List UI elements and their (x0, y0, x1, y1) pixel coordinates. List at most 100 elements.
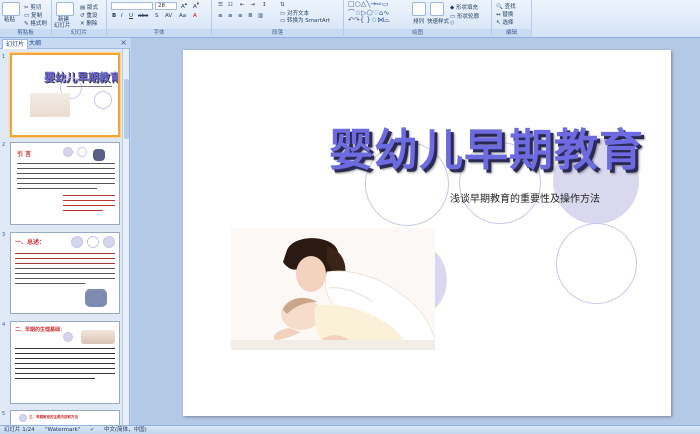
select-button[interactable]: ↖ 选择 (496, 18, 513, 26)
grow-font-icon[interactable]: A▴ (181, 2, 187, 10)
increase-indent-icon[interactable]: ⇥ (250, 2, 255, 8)
convert-smartart-button[interactable]: ▭ 转换为 SmartArt (280, 16, 330, 24)
thumbnail-text-line (15, 358, 115, 360)
decrease-indent-icon[interactable]: ⇤ (240, 2, 245, 8)
thumbnail-circle (63, 147, 73, 157)
language-indicator: 中文(简体，中国) (104, 427, 147, 433)
slide-subtitle[interactable]: 浅谈早期教育的重要性及操作方法 (450, 190, 600, 205)
thumbnail-text-line (17, 173, 115, 175)
thumbnail-number: 4 (2, 322, 6, 328)
shape-fill-button[interactable]: ◆ 形状填充 (450, 3, 478, 11)
thumbnail-text-line (15, 253, 115, 255)
layout-button[interactable]: ▤ 版式 (80, 3, 98, 11)
pane-tabs: 幻灯片 大纲 × (0, 38, 130, 49)
thumbnail-title: 婴幼儿早期教育 (44, 71, 120, 84)
ribbon: 粘贴 ✂ 剪切 ▭ 复制 ✎ 格式刷 剪贴板 新建 幻灯片 ▤ 版式 ↺ 重设 … (0, 0, 700, 38)
shapes-gallery-row3[interactable]: ↶↷{ }☆⋈⌓ (348, 16, 390, 25)
thumbnail-circle (94, 91, 112, 109)
justify-icon[interactable]: ≣ (248, 13, 253, 19)
font-size-combo[interactable]: 28 (155, 2, 177, 10)
shadow-icon[interactable]: S (155, 13, 159, 19)
theme-name: "Watermark" (45, 427, 81, 433)
slide-thumbnail-2[interactable]: 引 言 (10, 142, 120, 225)
line-spacing-icon[interactable]: ↕ (262, 2, 267, 8)
shape-effects-icon[interactable]: ◇ (450, 20, 454, 26)
thumbnail-subtitle-line (67, 86, 112, 87)
pane-scrollbar[interactable] (122, 49, 129, 425)
thumbnail-text-line (15, 368, 115, 370)
thumbnail-baby-image (81, 330, 115, 344)
slide-thumbnail-5[interactable]: 三、早期教育的主要内容和方法 (10, 410, 120, 425)
paragraph-group: ☰ ☷ ⇤ ⇥ ↕ ≡ ≡ ≡ ≣ ▥ ⇅ ▭ 对齐文本 ▭ 转换为 Smart… (212, 0, 344, 38)
paragraph-group-label: 段落 (212, 29, 343, 37)
thumbnail-text-line (17, 178, 115, 180)
quick-styles-icon[interactable] (430, 2, 444, 16)
font-name-combo[interactable] (111, 2, 153, 10)
slide-thumbnail-3[interactable]: 一、总述： (10, 232, 120, 314)
find-button[interactable]: 🔍 查找 (496, 2, 516, 10)
thumbnail-text-line (15, 373, 115, 375)
thumbnail-circle (63, 332, 73, 342)
slide-thumbnail-1[interactable]: 婴幼儿早期教育 (10, 53, 120, 137)
thumbnail-text-line (63, 210, 103, 212)
strikethrough-icon[interactable]: abe (138, 13, 148, 19)
paste-icon[interactable] (2, 2, 20, 16)
align-left-icon[interactable]: ≡ (218, 13, 223, 19)
new-slide-icon[interactable] (56, 2, 74, 16)
arrange-icon[interactable] (412, 2, 426, 16)
thumbnail-photo (30, 93, 70, 117)
italic-icon[interactable]: I (121, 13, 123, 19)
slide-thumbnail-4[interactable]: 二、早期的生理基础： (10, 321, 120, 404)
reset-button[interactable]: ↺ 重设 (80, 11, 97, 19)
shrink-font-icon[interactable]: A▾ (193, 2, 199, 10)
replace-button[interactable]: ↔ 替换 (496, 10, 513, 18)
thumbnail-text-line (17, 188, 97, 190)
slide-title[interactable]: 婴幼儿早期教育 (329, 114, 644, 178)
slide[interactable]: 婴幼儿早期教育 浅谈早期教育的重要性及操作方法 (183, 50, 671, 416)
arrange-button[interactable]: 排列 (413, 17, 424, 25)
underline-icon[interactable]: U (129, 13, 133, 19)
tab-outline[interactable]: 大纲 (26, 39, 44, 49)
change-case-icon[interactable]: Aa (179, 13, 186, 19)
numbering-icon[interactable]: ☷ (228, 2, 233, 8)
new-slide-label[interactable]: 幻灯片 (54, 21, 71, 29)
thumbnail-text-line (15, 378, 95, 380)
thumbnail-circle (103, 236, 115, 248)
editing-group: 🔍 查找 ↔ 替换 ↖ 选择 编辑 (492, 0, 532, 38)
thumbnail-number: 5 (2, 411, 6, 417)
editing-group-label: 编辑 (492, 29, 531, 37)
columns-icon[interactable]: ▥ (258, 13, 263, 19)
format-painter-button[interactable]: ✎ 格式刷 (24, 19, 47, 27)
tab-slides[interactable]: 幻灯片 (2, 39, 29, 49)
char-spacing-icon[interactable]: AV (165, 13, 172, 19)
scrollbar-thumb[interactable] (124, 79, 129, 139)
mother-baby-illustration (231, 228, 435, 350)
spellcheck-icon[interactable]: ✓ (90, 426, 95, 434)
delete-slide-button[interactable]: ✕ 删除 (80, 19, 97, 27)
bold-icon[interactable]: B (112, 13, 116, 19)
mother-baby-photo[interactable] (231, 228, 435, 350)
font-color-icon[interactable]: A (193, 13, 197, 19)
thumbnail-text-line (15, 348, 115, 350)
close-icon[interactable]: × (120, 38, 127, 47)
align-right-icon[interactable]: ≡ (238, 13, 243, 19)
align-center-icon[interactable]: ≡ (228, 13, 233, 19)
clipboard-group-label: 剪贴板 (0, 29, 51, 37)
decorative-circle (556, 223, 637, 304)
thumbnail-circle (71, 236, 83, 248)
font-group: 28 A▴ A▾ B I U abe S AV Aa A 字体 (107, 0, 212, 38)
thumbnail-text-line (17, 163, 115, 165)
thumbnail-text-line (15, 363, 115, 365)
bullets-icon[interactable]: ☰ (218, 2, 223, 8)
slides-group: 新建 幻灯片 ▤ 版式 ↺ 重设 ✕ 删除 幻灯片 (52, 0, 107, 38)
paste-button[interactable]: 粘贴 (4, 15, 15, 23)
text-direction-button[interactable]: ⇅ (280, 2, 285, 8)
shape-outline-button[interactable]: ▭ 形状轮廓 (450, 12, 479, 20)
cut-button[interactable]: ✂ 剪切 (24, 3, 41, 11)
thumbnail-circle (19, 414, 27, 422)
thumbnail-text-line (17, 183, 115, 185)
shapes-gallery[interactable]: □○△╲→⇨▭ (348, 0, 389, 8)
quick-styles-button[interactable]: 快速样式 (427, 17, 449, 25)
copy-button[interactable]: ▭ 复制 (24, 11, 42, 19)
thumbnail-text-line (63, 205, 115, 207)
